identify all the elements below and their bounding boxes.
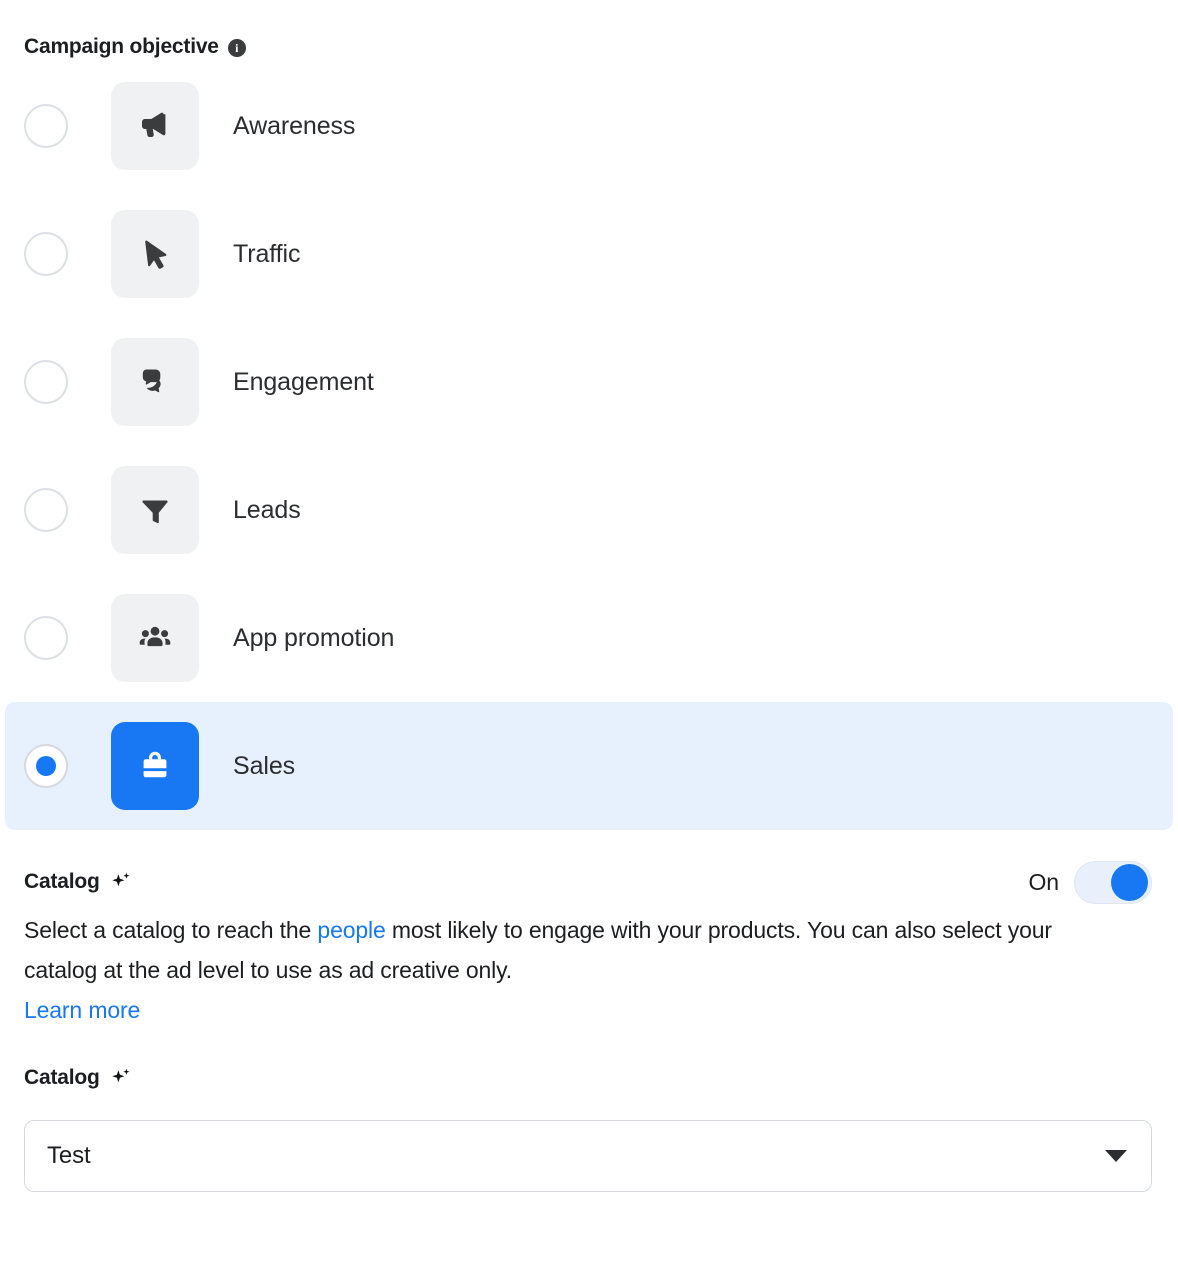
info-icon[interactable]: i — [228, 39, 246, 57]
radio-engagement[interactable] — [24, 360, 68, 404]
objective-option-leads[interactable]: Leads — [5, 446, 1173, 574]
campaign-objective-list: Awareness Traffic Engagement Leads — [0, 62, 1178, 830]
page-title: Campaign objective — [24, 35, 219, 59]
catalog-description-part1: Select a catalog to reach the — [24, 917, 317, 943]
funnel-icon — [111, 466, 199, 554]
catalog-toggle-label: Catalog — [24, 870, 100, 894]
radio-sales[interactable] — [24, 744, 68, 788]
objective-label: Traffic — [233, 240, 300, 269]
catalog-toggle-section: Catalog On Select a catalog to reach the… — [0, 830, 1178, 1030]
cursor-icon — [111, 210, 199, 298]
objective-label: Awareness — [233, 112, 355, 141]
toggle-knob — [1111, 864, 1148, 901]
objective-label: Leads — [233, 496, 301, 525]
ai-sparkle-icon — [109, 871, 133, 895]
catalog-field-label: Catalog — [24, 1066, 100, 1090]
objective-option-awareness[interactable]: Awareness — [5, 62, 1173, 190]
objective-option-sales[interactable]: Sales — [5, 702, 1173, 830]
objective-label: App promotion — [233, 624, 394, 653]
chevron-down-icon — [1105, 1150, 1127, 1162]
learn-more-link[interactable]: Learn more — [24, 990, 140, 1030]
catalog-select-section: Catalog Test — [0, 1030, 1178, 1192]
catalog-toggle-header: Catalog On — [24, 862, 1152, 902]
objective-option-traffic[interactable]: Traffic — [5, 190, 1173, 318]
objective-option-app-promotion[interactable]: App promotion — [5, 574, 1173, 702]
chat-bubbles-icon — [111, 338, 199, 426]
objective-label: Engagement — [233, 368, 374, 397]
megaphone-icon — [111, 82, 199, 170]
objective-option-engagement[interactable]: Engagement — [5, 318, 1173, 446]
catalog-toggle-switch[interactable] — [1074, 861, 1152, 904]
catalog-field-label-row: Catalog — [24, 1058, 1152, 1098]
radio-app-promotion[interactable] — [24, 616, 68, 660]
people-icon — [111, 594, 199, 682]
catalog-toggle-control[interactable]: On — [1029, 861, 1152, 904]
catalog-select-value: Test — [47, 1142, 91, 1170]
people-link[interactable]: people — [317, 917, 385, 943]
campaign-objective-header: Campaign objective i — [0, 0, 1178, 62]
radio-awareness[interactable] — [24, 104, 68, 148]
radio-leads[interactable] — [24, 488, 68, 532]
catalog-select[interactable]: Test — [24, 1120, 1152, 1192]
toggle-state-label: On — [1029, 869, 1059, 896]
ai-sparkle-icon — [109, 1067, 133, 1091]
objective-label: Sales — [233, 752, 295, 781]
shopping-bag-icon — [111, 722, 199, 810]
radio-traffic[interactable] — [24, 232, 68, 276]
catalog-description: Select a catalog to reach the people mos… — [24, 910, 1054, 990]
